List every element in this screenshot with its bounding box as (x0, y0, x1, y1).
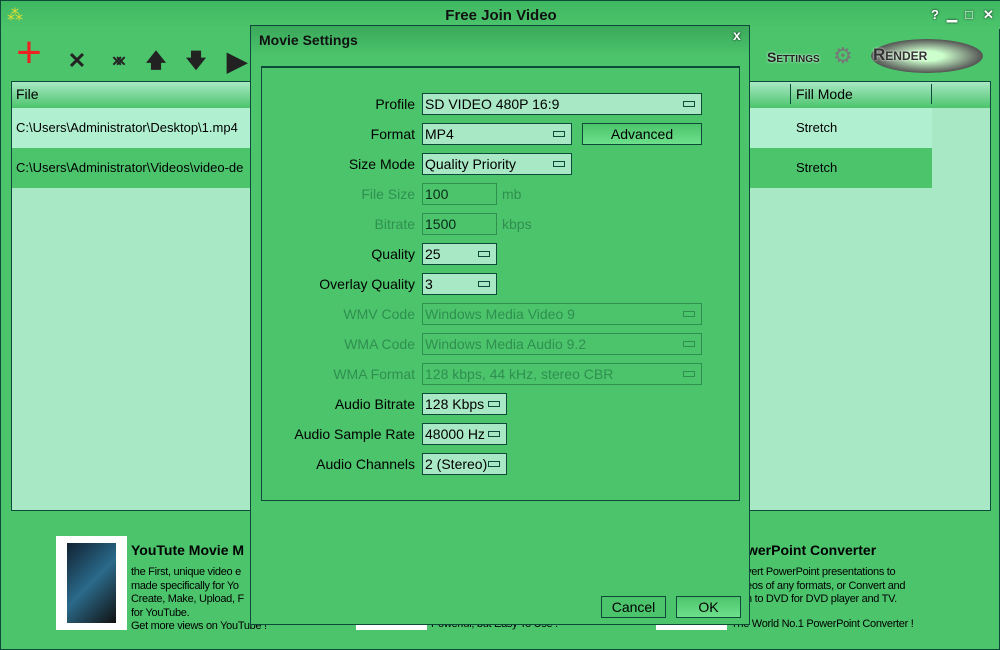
dialog-close-button[interactable]: x (733, 27, 741, 43)
bitrate-unit: kbps (502, 216, 532, 232)
column-file[interactable]: File (16, 86, 39, 102)
profile-label: Profile (375, 96, 415, 112)
settings-button[interactable]: Settings (767, 49, 820, 65)
ad-text: vert PowerPoint presentations to eos of a… (746, 566, 906, 605)
dialog-title-bar: Movie Settings x (251, 26, 749, 56)
wmv-code-label: WMV Code (343, 306, 415, 322)
file-path: C:\Users\Administrator\Desktop\1.mp4 (16, 120, 238, 135)
help-button[interactable]: ? (931, 7, 939, 22)
dropdown-icon (553, 161, 565, 167)
dropdown-icon (553, 131, 565, 137)
maximize-button[interactable]: □ (965, 7, 973, 22)
wma-code-select[interactable]: Windows Media Audio 9.2 (422, 333, 702, 355)
dialog-title: Movie Settings (259, 32, 358, 48)
file-path: C:\Users\Administrator\Videos\video-de (16, 160, 244, 175)
audio-channels-select[interactable]: 2 (Stereo) (422, 453, 507, 475)
move-up-icon[interactable]: 🡅 (140, 43, 172, 79)
cancel-button[interactable]: Cancel (601, 596, 666, 618)
file-size-label: File Size (361, 186, 415, 202)
quality-select[interactable]: 25 (422, 243, 497, 265)
dropdown-icon (683, 371, 695, 377)
profile-select[interactable]: SD VIDEO 480P 16:9 (422, 93, 702, 115)
wmv-code-select[interactable]: Windows Media Video 9 (422, 303, 702, 325)
remove-icon[interactable]: ✕ (61, 43, 93, 79)
movie-settings-dialog: Movie Settings x Profile SD VIDEO 480P 1… (250, 25, 750, 625)
quality-label: Quality (371, 246, 415, 262)
column-fill-mode[interactable]: Fill Mode (796, 86, 853, 102)
ad-text: The World No.1 PowerPoint Converter ! (731, 618, 914, 630)
size-mode-label: Size Mode (348, 156, 415, 172)
bitrate-label: Bitrate (374, 216, 415, 232)
ad-text: the First, unique video e made specifical… (131, 566, 267, 632)
audio-bitrate-select[interactable]: 128 Kbps (422, 393, 507, 415)
dropdown-icon (488, 461, 500, 467)
wma-format-label: WMA Format (333, 366, 415, 382)
ad-title[interactable]: YouTute Movie M (131, 542, 244, 558)
ad-title[interactable]: werPoint Converter (747, 542, 876, 558)
file-size-input[interactable]: 100 (422, 183, 497, 205)
audio-channels-label: Audio Channels (316, 456, 415, 472)
format-label: Format (370, 126, 415, 142)
play-icon[interactable]: ▶ (221, 43, 253, 79)
dropdown-icon (683, 101, 695, 107)
render-button[interactable]: Render (873, 45, 927, 65)
wma-code-label: WMA Code (344, 336, 415, 352)
dropdown-icon (488, 431, 500, 437)
advanced-button[interactable]: Advanced (582, 123, 702, 145)
size-mode-select[interactable]: Quality Priority (422, 153, 572, 175)
overlay-quality-select[interactable]: 3 (422, 273, 497, 295)
dropdown-icon (478, 281, 490, 287)
ad-product-image[interactable] (56, 536, 127, 630)
format-select[interactable]: MP4 (422, 123, 572, 145)
audio-sample-rate-label: Audio Sample Rate (294, 426, 415, 442)
audio-sample-rate-select[interactable]: 48000 Hz (422, 423, 507, 445)
bitrate-input[interactable]: 1500 (422, 213, 497, 235)
file-size-unit: mb (502, 186, 522, 202)
overlay-quality-label: Overlay Quality (319, 276, 415, 292)
ok-button[interactable]: OK (676, 596, 741, 618)
wma-format-select[interactable]: 128 kbps, 44 kHz, stereo CBR (422, 363, 702, 385)
fill-mode: Stretch (796, 160, 838, 175)
dropdown-icon (683, 341, 695, 347)
remove-all-icon[interactable]: ✕✕ (99, 43, 131, 79)
dropdown-icon (683, 311, 695, 317)
dropdown-icon (478, 251, 490, 257)
app-title: Free Join Video (445, 7, 557, 24)
add-file-icon[interactable]: + (13, 31, 45, 75)
fill-mode: Stretch (796, 120, 838, 135)
audio-bitrate-label: Audio Bitrate (334, 396, 415, 412)
minimize-button[interactable]: ▁ (947, 7, 957, 23)
close-button[interactable]: ✕ (983, 7, 994, 23)
gear-icon: ⚙ (833, 43, 853, 68)
dropdown-icon (488, 401, 500, 407)
move-down-icon[interactable]: 🡇 (180, 43, 212, 79)
